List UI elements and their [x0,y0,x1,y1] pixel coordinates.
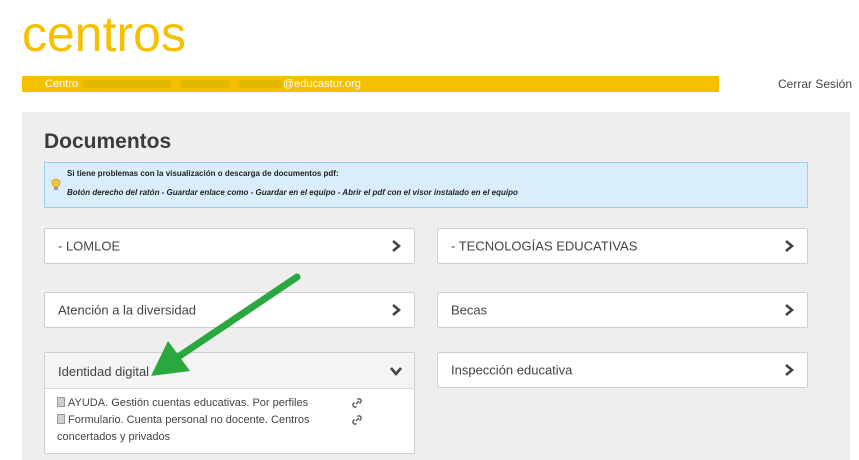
document-item: AYUDA. Gestión cuentas educativas. Por p… [57,395,337,412]
user-center-label: Centro [45,78,79,90]
logout-link[interactable]: Cerrar Sesión [778,77,852,91]
chevron-right-icon [785,240,795,252]
panel-title: Inspección educativa [451,362,573,378]
user-email-suffix: @educastur.org [283,78,361,90]
info-box: Si tiene problemas con la visualización … [44,162,808,208]
chevron-down-icon [390,367,402,377]
panel-title: Becas [451,302,488,318]
panel-inspeccion-educativa[interactable]: Inspección educativa [437,352,808,388]
info-line-2: Botón derecho del ratón - Guardar enlace… [67,188,518,197]
document-link[interactable]: Formulario. Cuenta personal no docente. … [57,414,310,443]
link-icon[interactable] [351,414,363,426]
site-logo: centros [22,6,186,62]
panel-identidad-digital: Identidad digital AYUDA. Gestión cuentas… [44,352,415,454]
link-icon[interactable] [351,397,363,409]
document-link[interactable]: AYUDA. Gestión cuentas educativas. Por p… [68,397,308,409]
redacted-email [238,80,284,89]
panel-title: Identidad digital [58,364,150,379]
info-line-1: Si tiene problemas con la visualización … [67,169,339,178]
chevron-right-icon [785,364,795,376]
panel-title: - LOMLOE [58,238,121,254]
chevron-right-icon [392,304,402,316]
panel-header-identidad-digital[interactable]: Identidad digital [45,353,414,389]
document-icon [57,414,65,424]
lightbulb-icon [51,178,61,190]
page-title: Documentos [44,130,172,153]
document-icon [57,397,65,407]
chevron-right-icon [785,304,795,316]
redacted-name [180,80,231,89]
panel-tecnologias-educativas[interactable]: - TECNOLOGÍAS EDUCATIVAS [437,228,808,264]
chevron-right-icon [392,240,402,252]
panel-becas[interactable]: Becas [437,292,808,328]
user-bar: Centro @educastur.org [22,76,719,92]
panel-lomloe[interactable]: - LOMLOE [44,228,415,264]
document-item: Formulario. Cuenta personal no docente. … [57,412,337,446]
panel-atencion-diversidad[interactable]: Atención a la diversidad [44,292,415,328]
redacted-name [82,80,173,89]
panel-title: - TECNOLOGÍAS EDUCATIVAS [451,238,638,254]
panel-title: Atención a la diversidad [58,302,197,318]
